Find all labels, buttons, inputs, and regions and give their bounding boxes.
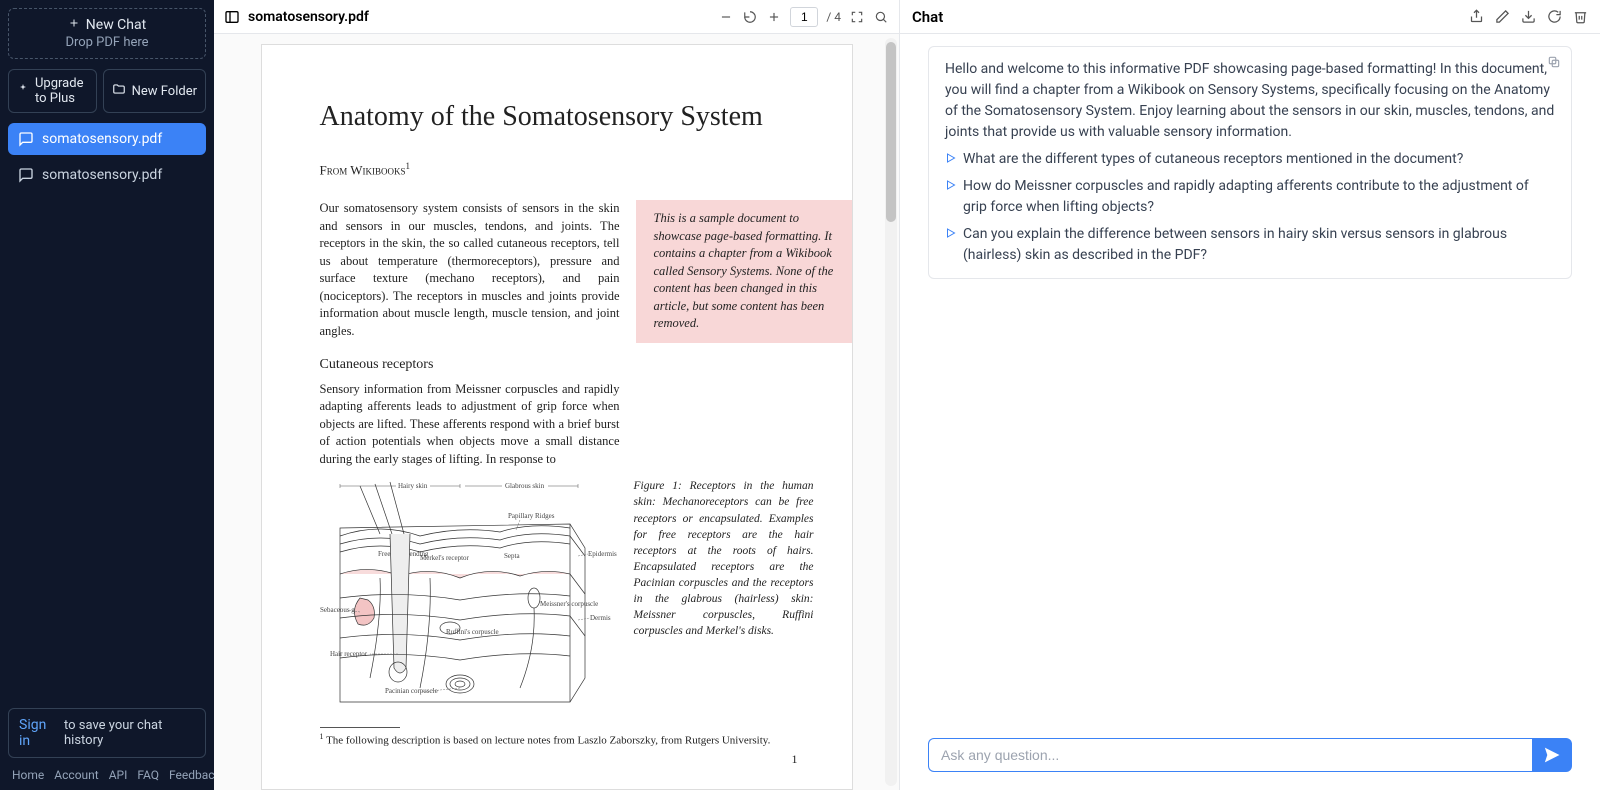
fig-label-epidermis: Epidermis xyxy=(588,550,617,558)
pdf-viewer-panel: somatosensory.pdf / 4 Anatomy of the Som… xyxy=(214,0,900,790)
footnote-sup: 1 xyxy=(320,732,324,741)
skin-diagram-svg: Hairy skin Glabrous skin Papillary Ridge… xyxy=(320,478,620,708)
pencil-icon[interactable] xyxy=(1494,9,1510,25)
zoom-in-button[interactable] xyxy=(766,9,782,25)
subtitle-text: From Wikibooks xyxy=(320,162,406,177)
subtitle: From Wikibooks1 xyxy=(320,161,814,178)
chat-bubble-icon xyxy=(18,167,34,183)
footnote-text: The following description is based on le… xyxy=(326,735,770,747)
upgrade-button[interactable]: Upgrade to Plus xyxy=(8,69,97,113)
signin-box: Sign in to save your chat history xyxy=(8,708,206,758)
fig-label-dermis: Dermis xyxy=(590,614,611,622)
footer-home[interactable]: Home xyxy=(12,768,44,782)
pdf-viewport[interactable]: Anatomy of the Somatosensory System From… xyxy=(214,34,899,790)
folder-plus-icon xyxy=(112,82,126,100)
chat-panel: Chat Hello and welcome to this informati… xyxy=(900,0,1600,790)
welcome-text: Hello and welcome to this informative PD… xyxy=(945,59,1555,143)
trash-icon[interactable] xyxy=(1572,9,1588,25)
signin-tail: to save your chat history xyxy=(64,718,195,748)
send-button[interactable] xyxy=(1532,738,1572,772)
signin-link[interactable]: Sign in xyxy=(19,717,58,749)
suggestion-0[interactable]: What are the different types of cutaneou… xyxy=(945,149,1555,170)
zoom-out-button[interactable] xyxy=(718,9,734,25)
body-paragraph-2: Sensory information from Meissner corpus… xyxy=(320,381,620,469)
scrollbar-thumb[interactable] xyxy=(886,42,896,222)
plus-icon xyxy=(68,17,80,33)
footer-account[interactable]: Account xyxy=(54,768,98,782)
vertical-scrollbar[interactable] xyxy=(885,38,897,786)
drop-hint: Drop PDF here xyxy=(17,35,197,50)
subtitle-sup: 1 xyxy=(406,161,411,171)
chat-input-row xyxy=(900,728,1600,790)
suggestion-2[interactable]: Can you explain the difference between s… xyxy=(945,224,1555,266)
sidebar-item-chat-1[interactable]: somatosensory.pdf xyxy=(8,159,206,191)
chat-input[interactable] xyxy=(928,738,1532,772)
pdf-toolbar: somatosensory.pdf / 4 xyxy=(214,0,899,34)
page-total: / 4 xyxy=(826,10,841,24)
play-icon xyxy=(945,227,957,239)
figure-caption: Figure 1: Receptors in the human skin: M… xyxy=(634,478,814,713)
send-icon xyxy=(1544,747,1560,763)
sidebar-item-label: somatosensory.pdf xyxy=(42,167,162,183)
new-chat-label: New Chat xyxy=(86,17,146,33)
document-title: somatosensory.pdf xyxy=(248,9,369,25)
skin-figure: Hairy skin Glabrous skin Papillary Ridge… xyxy=(320,478,620,713)
suggestion-1[interactable]: How do Meissner corpuscles and rapidly a… xyxy=(945,176,1555,218)
suggestion-label: Can you explain the difference between s… xyxy=(963,224,1555,266)
refresh-icon[interactable] xyxy=(1546,9,1562,25)
body-paragraph-1: Our somatosensory system consists of sen… xyxy=(320,200,620,343)
assistant-message: Hello and welcome to this informative PD… xyxy=(928,46,1572,279)
footnote: 1 The following description is based on … xyxy=(320,732,814,747)
fig-label-glabrous: Glabrous skin xyxy=(505,482,545,490)
new-folder-label: New Folder xyxy=(132,84,197,99)
panel-left-icon[interactable] xyxy=(224,9,240,25)
chat-bubble-icon xyxy=(18,131,34,147)
chat-title: Chat xyxy=(912,8,943,26)
sample-note: This is a sample document to showcase pa… xyxy=(636,200,852,343)
play-icon xyxy=(945,179,957,191)
upgrade-label: Upgrade to Plus xyxy=(35,76,88,106)
sparkle-icon xyxy=(17,83,29,99)
play-icon xyxy=(945,152,957,164)
page-number-input[interactable] xyxy=(790,7,818,27)
rotate-button[interactable] xyxy=(742,9,758,25)
suggestion-label: How do Meissner corpuscles and rapidly a… xyxy=(963,176,1555,218)
search-button[interactable] xyxy=(873,9,889,25)
fig-label-hairy: Hairy skin xyxy=(398,482,428,490)
new-folder-button[interactable]: New Folder xyxy=(103,69,206,113)
fit-page-button[interactable] xyxy=(849,9,865,25)
fig-label-papillary: Papillary Ridges xyxy=(508,512,555,520)
new-chat-button[interactable]: New Chat Drop PDF here xyxy=(8,8,206,59)
suggestion-label: What are the different types of cutaneou… xyxy=(963,149,1463,170)
fig-label-merkel: Merkel's receptor xyxy=(420,554,470,562)
download-icon[interactable] xyxy=(1520,9,1536,25)
section-heading: Cutaneous receptors xyxy=(320,357,814,373)
pdf-page: Anatomy of the Somatosensory System From… xyxy=(261,44,853,790)
sidebar-item-label: somatosensory.pdf xyxy=(42,131,162,147)
footer-faq[interactable]: FAQ xyxy=(137,768,159,782)
footer-links: Home Account API FAQ Feedback xyxy=(8,766,206,782)
footer-api[interactable]: API xyxy=(109,768,128,782)
sidebar-item-chat-0[interactable]: somatosensory.pdf xyxy=(8,123,206,155)
footer-feedback[interactable]: Feedback xyxy=(169,768,221,782)
printed-page-number: 1 xyxy=(792,752,798,767)
page-title: Anatomy of the Somatosensory System xyxy=(320,101,814,133)
share-icon[interactable] xyxy=(1468,9,1484,25)
copy-icon[interactable] xyxy=(1547,55,1561,69)
fig-label-ruffini: Ruffini's corpuscle xyxy=(446,628,499,636)
chat-header: Chat xyxy=(900,0,1600,34)
fig-label-septa: Septa xyxy=(504,552,520,560)
fig-label-meissner: Meissner's corpuscle xyxy=(540,600,598,608)
chat-body: Hello and welcome to this informative PD… xyxy=(900,34,1600,728)
sidebar: New Chat Drop PDF here Upgrade to Plus N… xyxy=(0,0,214,790)
